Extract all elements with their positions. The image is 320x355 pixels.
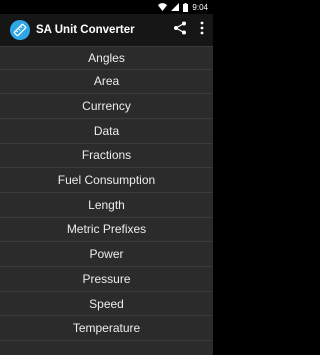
- list-item-angles[interactable]: Angles: [0, 47, 213, 70]
- list-item-fractions[interactable]: Fractions: [0, 144, 213, 169]
- list-item-speed[interactable]: Speed: [0, 292, 213, 317]
- overflow-menu-icon: [200, 21, 204, 40]
- phone-screen: 9:04 SA Unit Converter Angles Area Curre…: [0, 0, 213, 355]
- ruler-icon: [10, 20, 30, 40]
- list-item-metric-prefixes[interactable]: Metric Prefixes: [0, 218, 213, 243]
- status-bar: 9:04: [0, 0, 213, 14]
- overflow-menu-button[interactable]: [191, 14, 213, 47]
- wifi-icon: [158, 3, 168, 11]
- share-button[interactable]: [169, 14, 191, 47]
- category-list[interactable]: Angles Area Currency Data Fractions Fuel…: [0, 47, 213, 355]
- list-item-currency[interactable]: Currency: [0, 94, 213, 119]
- list-item-data[interactable]: Data: [0, 119, 213, 144]
- list-item-pressure[interactable]: Pressure: [0, 267, 213, 292]
- app-bar: SA Unit Converter: [0, 14, 213, 47]
- list-item-fuel-consumption[interactable]: Fuel Consumption: [0, 168, 213, 193]
- battery-icon: [183, 2, 189, 12]
- share-icon: [173, 21, 187, 40]
- status-time: 9:04: [192, 2, 208, 12]
- list-item-temperature[interactable]: Temperature: [0, 316, 213, 342]
- app-title: SA Unit Converter: [36, 24, 135, 36]
- list-item-area[interactable]: Area: [0, 70, 213, 95]
- list-item-power[interactable]: Power: [0, 242, 213, 267]
- signal-icon: [171, 3, 180, 11]
- list-item-length[interactable]: Length: [0, 193, 213, 218]
